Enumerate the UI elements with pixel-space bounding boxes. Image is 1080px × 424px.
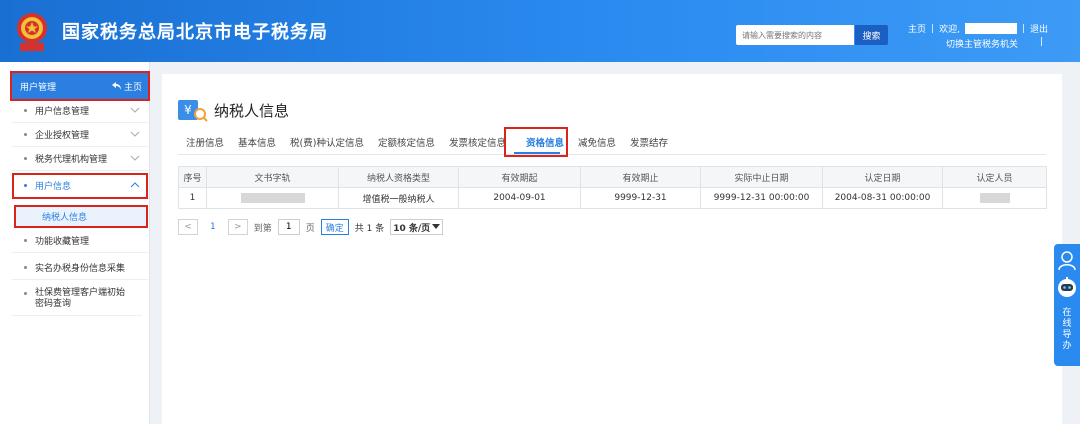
highlight-box [504,127,568,157]
tab-basic[interactable]: 基本信息 [238,135,276,149]
sidebar-item-label: 实名办税身份信息采集 [35,264,126,274]
sidebar-item-label: 税务代理机构管理 [35,155,108,165]
bullet-icon [24,133,27,136]
bullet-icon [24,184,27,187]
goto-confirm-button[interactable]: 确定 [320,219,349,235]
sidebar-header-label: 用户管理 [20,82,57,93]
bullet-icon [24,109,27,112]
top-header: 国家税务总局北京市电子税务局 搜索 主页 | 欢迎, | 退出 切换主管税务机关… [0,0,1080,62]
sidebar-home-button[interactable]: 主页 [111,80,142,93]
col-header: 有效期起 [458,166,581,188]
sidebar-subitem-label: 纳税人信息 [42,213,88,223]
bullet-icon [24,266,27,269]
table-cell: 2004-09-01 [458,187,581,209]
national-emblem-icon [17,13,47,51]
main-panel: ¥ 纳税人信息 注册信息 基本信息 税(费)种认定信息 定额核定信息 发票核定信… [162,74,1062,424]
table-cell-redacted [942,187,1047,209]
sidebar-item-label: 用户信息 [35,182,72,192]
logout-link[interactable]: 退出 [1030,22,1048,35]
table-cell: 1 [178,187,207,209]
table-cell: 2004-08-31 00:00:00 [822,187,943,209]
table-row: 1 增值税一般纳税人 2004-09-01 9999-12-31 9999-12… [178,187,1047,209]
sidebar-item-favorites[interactable]: 功能收藏管理 [12,229,148,253]
tab-exemption[interactable]: 减免信息 [578,135,616,149]
total-count: 共 1 条 [354,223,385,234]
sidebar-header[interactable]: 用户管理 主页 [10,71,150,101]
tab-tax-type[interactable]: 税(费)种认定信息 [290,135,364,149]
chevron-down-icon [130,155,140,161]
bullet-icon [24,292,27,295]
col-header: 序号 [178,166,207,188]
next-page-button[interactable]: > [227,219,248,235]
sidebar: 用户管理 主页 用户信息管理 企业授权管理 税务代理机构管理 用户信息 纳税人信… [0,62,150,424]
sidebar-item-realname[interactable]: 实名办税身份信息采集 [12,256,148,280]
tab-registration[interactable]: 注册信息 [186,135,224,149]
tab-invoice-approval[interactable]: 发票核定信息 [449,135,506,149]
top-links: 主页 | 欢迎, | 退出 [908,22,1048,35]
col-header: 实际中止日期 [700,166,823,188]
bullet-icon [24,157,27,160]
table-cell: 9999-12-31 00:00:00 [700,187,823,209]
home-link[interactable]: 主页 [908,22,926,35]
search-button[interactable]: 搜索 [855,25,888,45]
chevron-down-icon [130,131,140,137]
page-unit-label: 页 [305,223,315,234]
online-guide-widget[interactable]: 在线导办 [1054,244,1080,366]
col-header: 文书字轨 [206,166,339,188]
col-header: 纳税人资格类型 [338,166,459,188]
sidebar-subitem-taxpayer-info[interactable]: 纳税人信息 [14,205,148,228]
switch-authority-link[interactable]: 切换主管税务机关 [946,37,1018,50]
redacted-mask [979,192,1010,203]
sidebar-item-label: 社保费管理客户端初始密码查询 [35,288,126,309]
sidebar-home-label: 主页 [123,82,142,93]
sidebar-item-tax-agency[interactable]: 税务代理机构管理 [12,147,148,171]
sidebar-item-label: 企业授权管理 [35,131,90,141]
sidebar-item-enterprise-auth[interactable]: 企业授权管理 [12,123,148,147]
welcome-text: 欢迎, [939,25,960,35]
user-name-redacted [964,23,1017,34]
col-header: 有效期止 [580,166,701,188]
search-input[interactable] [736,25,854,45]
sidebar-item-label: 功能收藏管理 [35,237,90,247]
taxpayer-search-icon: ¥ [178,100,208,122]
chevron-down-icon [130,107,140,113]
sidebar-item-user-info-manage[interactable]: 用户信息管理 [12,99,148,123]
bullet-icon [24,239,27,242]
separator: | [1021,23,1025,34]
page-size-select[interactable]: 10 条/页 [390,219,444,235]
table-cell-redacted [206,187,339,209]
separator: | [1040,37,1044,47]
tab-invoice-balance[interactable]: 发票结存 [630,135,668,149]
online-guide-label: 在线导办 [1062,308,1072,351]
sidebar-item-label: 用户信息管理 [35,107,90,117]
chevron-up-icon [130,182,140,188]
tab-quota[interactable]: 定额核定信息 [378,135,435,149]
site-title: 国家税务总局北京市电子税务局 [62,22,328,43]
page-size-value: 10 条/页 [393,223,431,234]
user-avatar-icon [1058,251,1076,271]
tab-bar: 注册信息 基本信息 税(费)种认定信息 定额核定信息 发票核定信息 资格信息 减… [186,134,682,150]
col-header: 认定日期 [822,166,943,188]
chevron-down-icon [432,224,441,229]
pagination: < 1 > 到第 页 确定 共 1 条 10 条/页 [178,218,444,236]
prev-page-button[interactable]: < [178,219,198,235]
redacted-mask [240,192,305,203]
goto-label: 到第 [253,223,272,234]
table-header-row: 序号 文书字轨 纳税人资格类型 有效期起 有效期止 实际中止日期 认定日期 认定… [178,166,1047,188]
page-number[interactable]: 1 [204,222,222,232]
table-cell: 9999-12-31 [580,187,701,209]
robot-assistant-icon [1058,277,1076,297]
sidebar-item-social-security-password[interactable]: 社保费管理客户端初始密码查询 [12,282,142,316]
home-arrow-icon [111,82,121,90]
tab-divider [178,154,1046,155]
table-cell: 增值税一般纳税人 [338,187,459,209]
sidebar-item-user-info[interactable]: 用户信息 [12,173,148,199]
goto-page-input[interactable] [277,219,300,235]
page-title: 纳税人信息 [214,102,290,120]
qualification-table: 序号 文书字轨 纳税人资格类型 有效期起 有效期止 实际中止日期 认定日期 认定… [178,166,1047,209]
svg-text:¥: ¥ [184,103,192,117]
col-header: 认定人员 [942,166,1047,188]
separator: | [931,23,935,34]
